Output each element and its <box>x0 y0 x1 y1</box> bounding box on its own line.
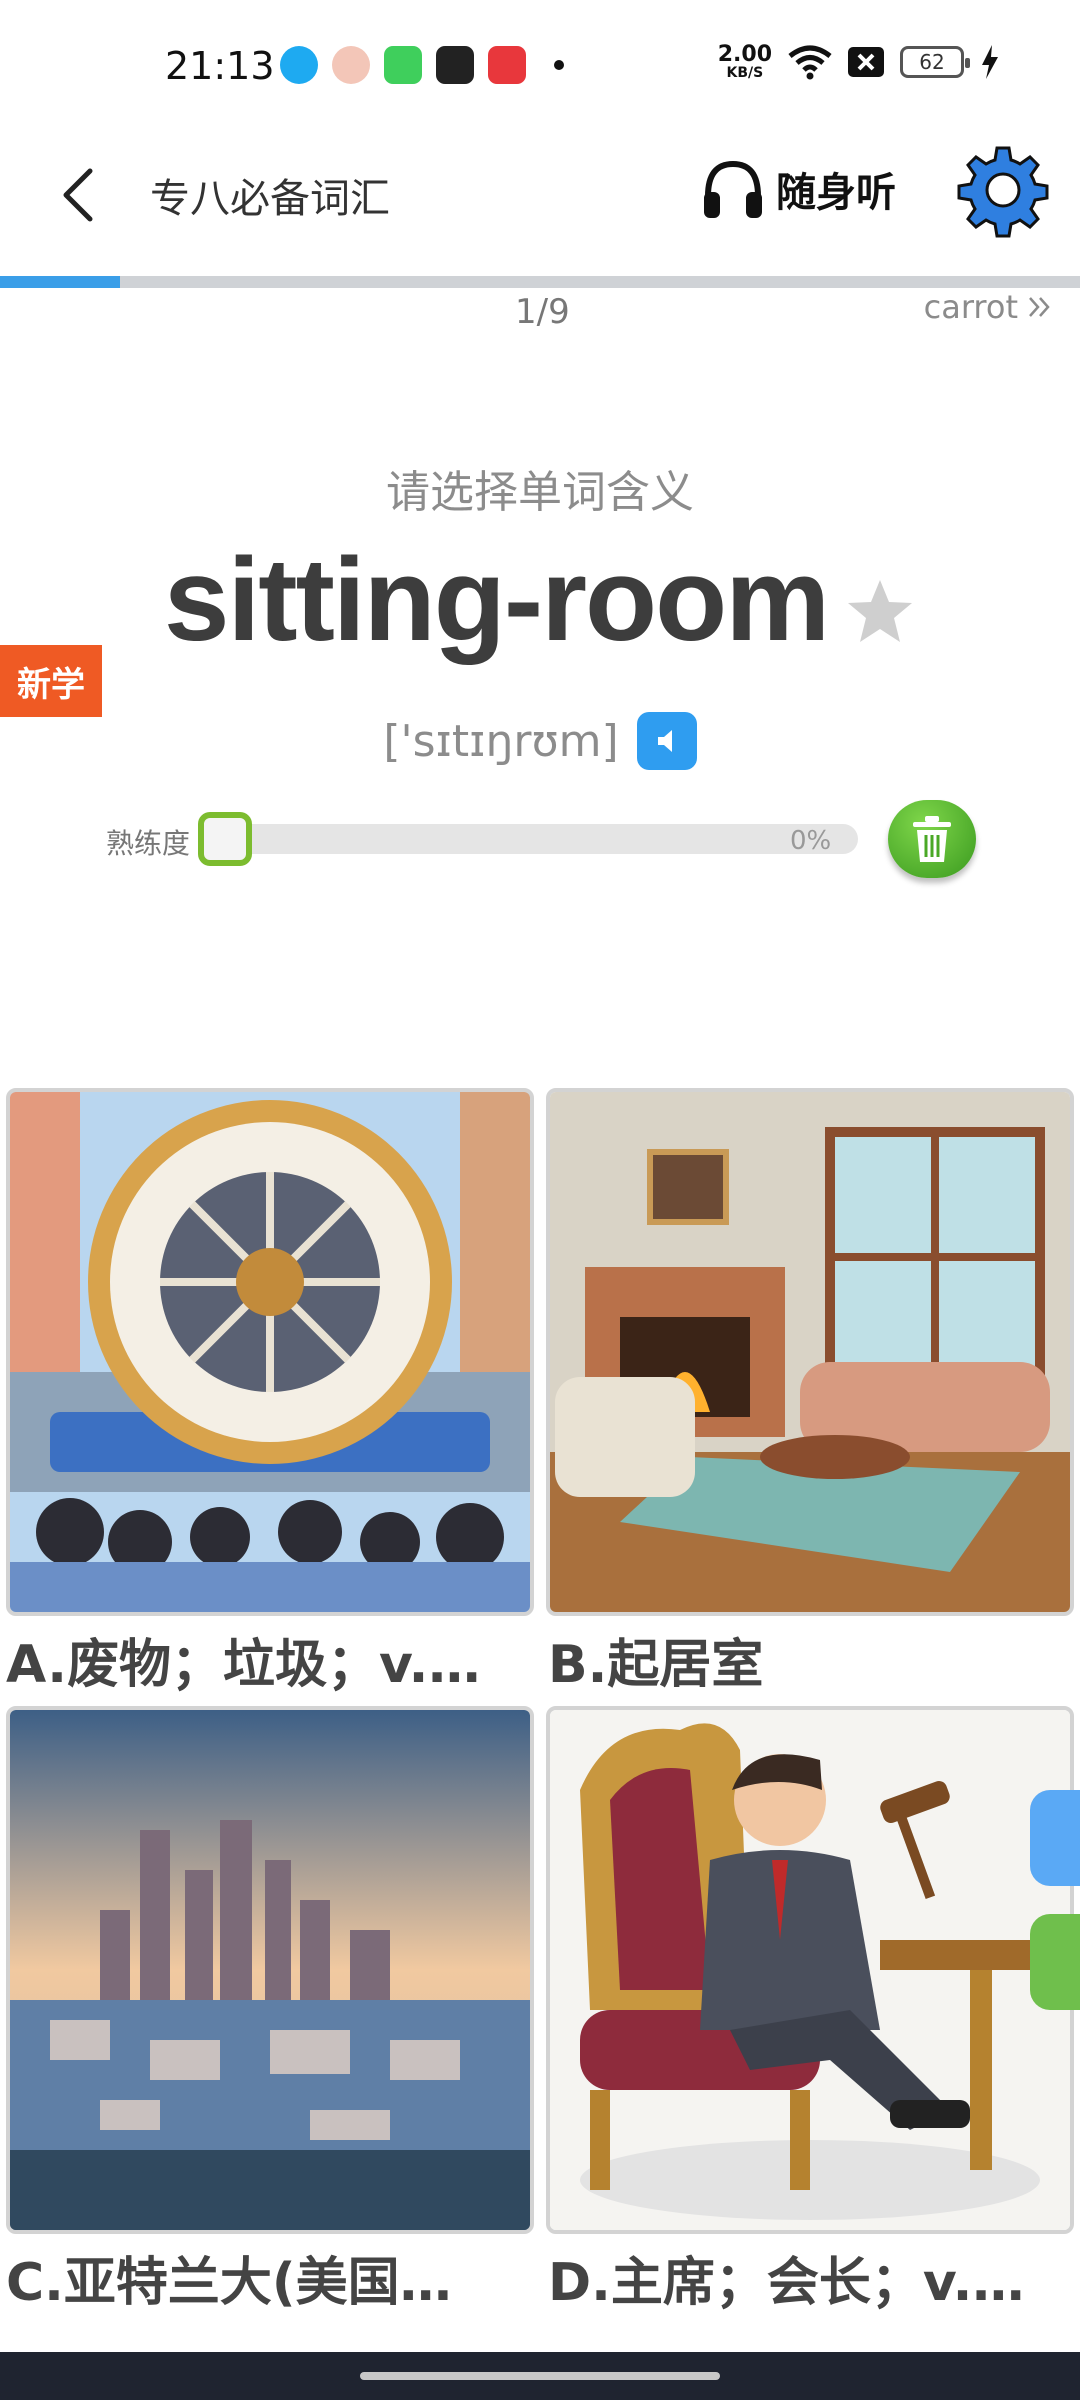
speaker-icon <box>657 730 672 752</box>
green-app-icon <box>384 46 422 84</box>
pronounce-button[interactable] <box>636 712 697 770</box>
side-float-blue-button[interactable] <box>1030 1790 1080 1886</box>
listen-button[interactable]: 随身听 <box>700 156 896 222</box>
option-c-image[interactable] <box>6 1706 534 2234</box>
proficiency-label: 熟练度 <box>106 827 191 860</box>
charging-bolt-icon <box>982 45 998 79</box>
page-title: 专八必备词汇 <box>150 176 390 222</box>
option-d-image[interactable] <box>546 1706 1074 2234</box>
music-app-icon <box>436 46 474 84</box>
next-word-link[interactable]: carrot <box>924 288 1052 326</box>
session-progress-fill <box>0 276 120 288</box>
phonetic: ['sɪtɪŋrʊm] <box>383 715 619 767</box>
gesture-nav-bar <box>0 2352 1080 2400</box>
status-app-icons <box>280 46 564 84</box>
status-indicators: 2.00 KB/S 62 <box>718 44 1000 80</box>
proficiency-knob <box>198 812 252 866</box>
net-speed-value: 2.00 <box>717 42 772 67</box>
status-time: 21:13 <box>165 44 275 88</box>
headphones-icon <box>704 160 762 218</box>
new-word-badge: 新学 <box>0 645 102 717</box>
trash-icon <box>913 816 951 862</box>
proficiency-value: 0% <box>790 826 832 856</box>
net-speed: 2.00 KB/S <box>717 42 772 81</box>
option-c-label[interactable]: C.亚特兰大(美国… <box>6 2240 536 2315</box>
question-prompt: 请选择单词含义 <box>386 467 694 518</box>
wifi-icon <box>788 45 832 80</box>
option-b-label[interactable]: B.起居室 <box>548 1622 1078 1697</box>
top-app-bar: 专八必备词汇 随身听 <box>0 130 1080 270</box>
home-handle[interactable] <box>360 2372 720 2380</box>
star-icon[interactable] <box>844 576 916 648</box>
target-word: sitting-room <box>163 534 830 666</box>
gear-icon[interactable] <box>955 142 1051 238</box>
option-b-image[interactable] <box>546 1088 1074 1616</box>
status-bar: 21:13 2.00 KB/S 62 <box>0 0 1080 130</box>
listen-label: 随身听 <box>776 170 896 216</box>
option-a-label[interactable]: A.废物；垃圾；v.… <box>6 1622 536 1697</box>
session-progress-bar <box>0 276 1080 288</box>
notification-dot-icon <box>554 60 564 70</box>
double-chevron-right-icon <box>1029 297 1050 317</box>
option-a-illustration <box>10 1092 530 1612</box>
proficiency-track <box>204 824 858 854</box>
phonetic-row: ['sɪtɪŋrʊm] <box>0 712 1080 770</box>
option-d-illustration <box>550 1710 1070 2230</box>
option-d-label[interactable]: D.主席；会长；v.… <box>548 2240 1078 2315</box>
next-word-label: carrot <box>923 288 1018 326</box>
option-a-image[interactable] <box>6 1088 534 1616</box>
qq-icon <box>280 46 318 84</box>
side-float-green-button[interactable] <box>1030 1914 1080 2010</box>
option-b-illustration <box>550 1092 1070 1612</box>
net-speed-unit: KB/S <box>726 65 764 81</box>
netease-music-icon <box>488 46 526 84</box>
back-arrow-icon <box>63 168 93 222</box>
sim-x-icon <box>848 47 884 77</box>
question-counter: 1/9 <box>515 292 570 332</box>
back-button[interactable] <box>52 160 102 230</box>
delete-word-button[interactable] <box>888 800 976 878</box>
battery-indicator: 62 <box>900 46 970 78</box>
avatar-app-icon <box>332 46 370 84</box>
option-c-illustration <box>10 1710 530 2230</box>
word-row: sitting-room <box>0 532 1080 668</box>
